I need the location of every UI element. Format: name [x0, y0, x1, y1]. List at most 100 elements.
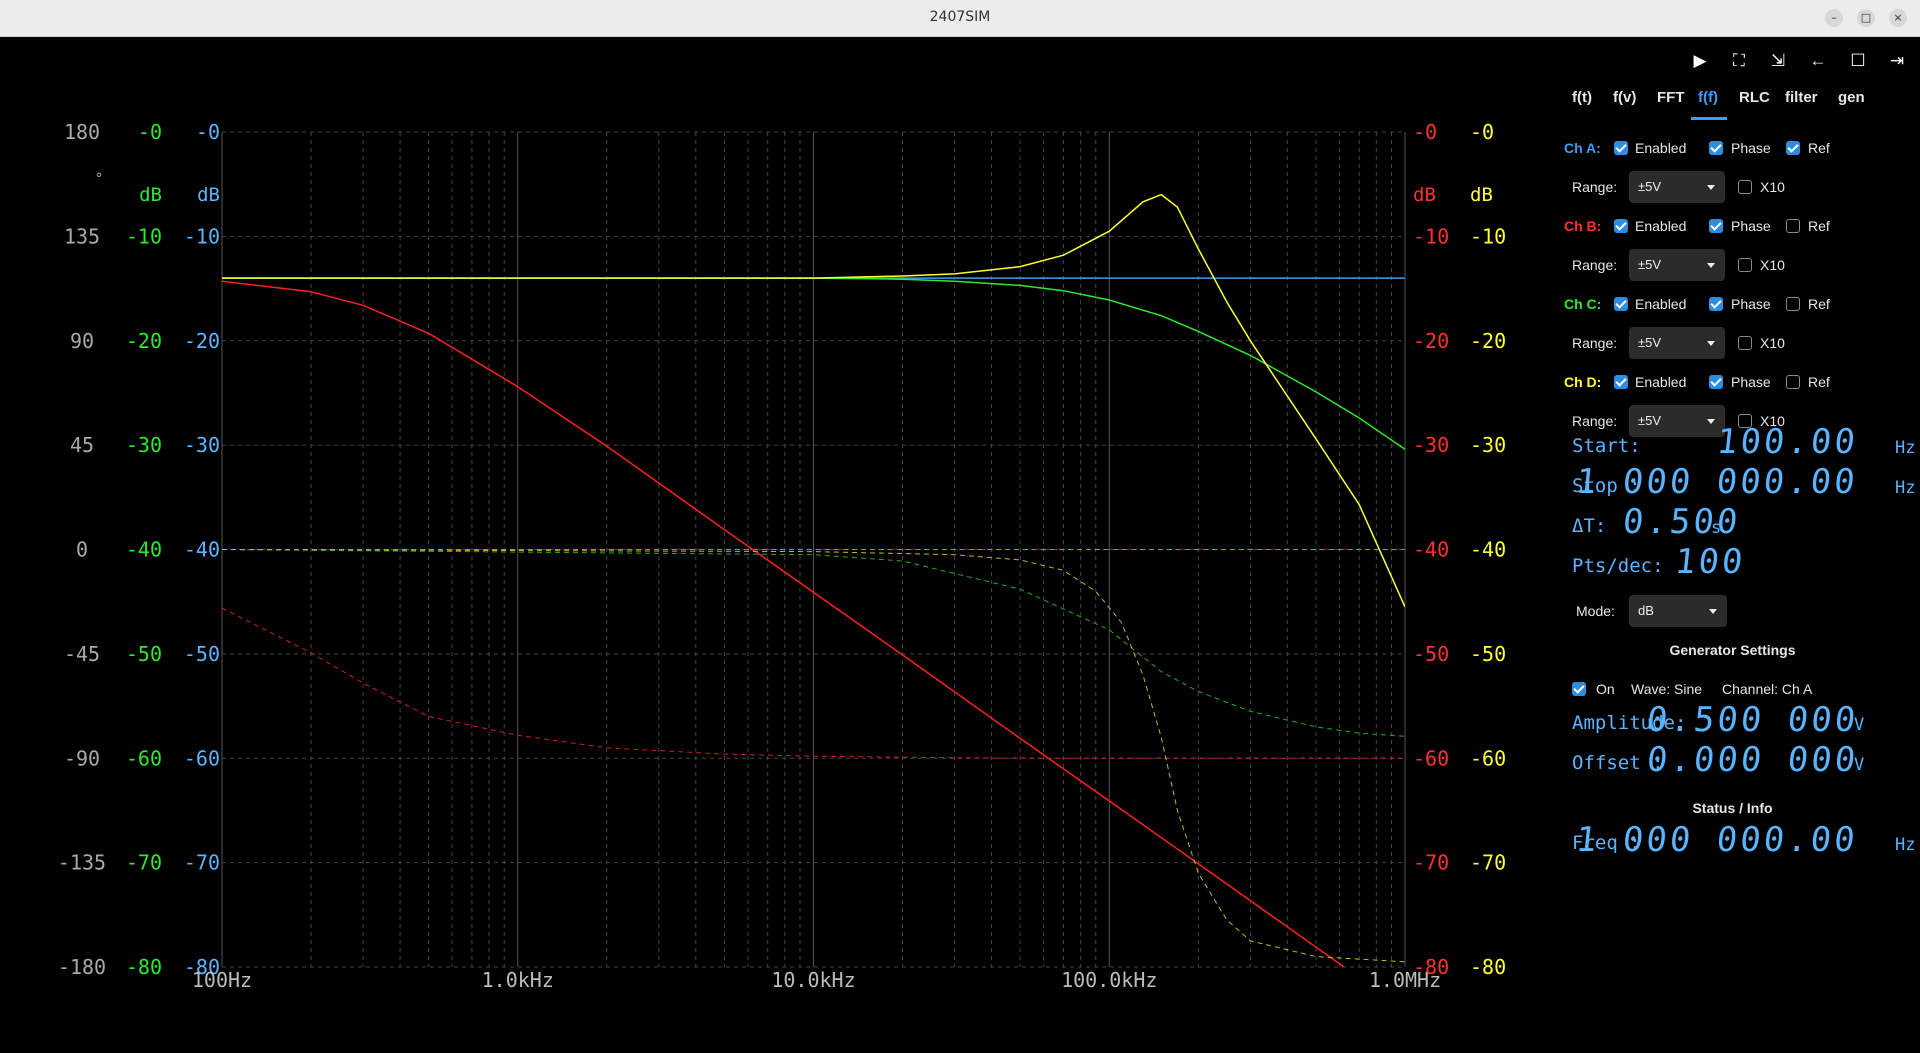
- start-unit: Hz: [1895, 438, 1916, 458]
- range-select[interactable]: ±5V: [1629, 249, 1725, 281]
- exit-icon[interactable]: ⇥: [1885, 49, 1909, 73]
- y-tick-label: -10: [1470, 224, 1506, 248]
- phase-checkbox[interactable]: [1709, 219, 1723, 233]
- y-tick-label: -30: [1413, 433, 1449, 457]
- back-arrow-icon[interactable]: ←: [1806, 49, 1830, 73]
- y-tick-label: -50: [184, 642, 220, 666]
- axis-unit-label: dB: [1470, 184, 1493, 206]
- phase-label: Phase: [1731, 140, 1771, 156]
- dt-value[interactable]: 0.500: [1621, 502, 1743, 542]
- tab-ft[interactable]: f(t): [1572, 89, 1592, 106]
- ref-checkbox[interactable]: [1786, 297, 1800, 311]
- channel-label: Ch A:: [1564, 140, 1601, 156]
- x-tick-label: 1.0kHz: [482, 968, 554, 992]
- x-tick-label: 10.0kHz: [771, 968, 855, 992]
- chevron-down-icon: [1707, 263, 1715, 268]
- y-tick-label: -0: [138, 120, 162, 144]
- close-icon[interactable]: ×: [1889, 9, 1907, 27]
- minimize-icon[interactable]: –: [1825, 9, 1843, 27]
- ref-checkbox[interactable]: [1786, 219, 1800, 233]
- amplitude-value[interactable]: 0.500 000: [1645, 700, 1860, 740]
- active-tab-indicator: [1691, 117, 1727, 120]
- range-value: ±5V: [1638, 335, 1662, 350]
- enabled-label: Enabled: [1635, 374, 1687, 390]
- range-select[interactable]: ±5V: [1629, 405, 1725, 437]
- generator-wave[interactable]: Wave: Sine: [1631, 681, 1702, 697]
- phase-checkbox[interactable]: [1709, 141, 1723, 155]
- y-tick-label: -60: [184, 746, 220, 770]
- phase-label: Phase: [1731, 374, 1771, 390]
- y-tick-label: -20: [1413, 329, 1449, 353]
- tab-fv[interactable]: f(v): [1613, 89, 1636, 106]
- enabled-checkbox[interactable]: [1614, 141, 1628, 155]
- ref-label: Ref: [1808, 218, 1830, 234]
- y-tick-label: -30: [1470, 433, 1506, 457]
- fullscreen-icon[interactable]: ⛶: [1727, 49, 1751, 73]
- y-tick-label: -45: [64, 642, 100, 666]
- play-icon[interactable]: ▶: [1688, 49, 1712, 73]
- y-tick-label: -0: [196, 120, 220, 144]
- y-tick-label: -10: [1413, 224, 1449, 248]
- range-label: Range:: [1572, 413, 1618, 429]
- y-tick-label: -40: [1470, 538, 1506, 562]
- window-icon[interactable]: ☐: [1846, 49, 1870, 73]
- status-heading: Status / Info: [1692, 800, 1773, 816]
- range-select[interactable]: ±5V: [1629, 327, 1725, 359]
- tab-ff[interactable]: f(f): [1698, 89, 1718, 106]
- phase-checkbox[interactable]: [1709, 375, 1723, 389]
- y-tick-label: -80: [1470, 955, 1506, 979]
- plot-axes: 180 135 90 45 0 -45 -90 -135 -180 ° -0 -10 -20 -30 -40…: [58, 120, 1506, 992]
- enabled-checkbox[interactable]: [1614, 219, 1628, 233]
- tab-filter[interactable]: filter: [1785, 89, 1818, 106]
- tab-fft[interactable]: FFT: [1657, 89, 1685, 106]
- y-tick-label: -10: [126, 224, 162, 248]
- range-label: Range:: [1572, 179, 1618, 195]
- offset-unit: V: [1854, 755, 1865, 775]
- x10-checkbox[interactable]: [1738, 258, 1752, 272]
- phase-checkbox[interactable]: [1709, 297, 1723, 311]
- ref-checkbox[interactable]: [1786, 375, 1800, 389]
- mode-label: Mode:: [1576, 603, 1615, 619]
- chevron-down-icon: [1709, 609, 1717, 614]
- x-tick-label: 100Hz: [192, 968, 252, 992]
- enabled-label: Enabled: [1635, 296, 1687, 312]
- x10-checkbox[interactable]: [1738, 180, 1752, 194]
- tab-gen[interactable]: gen: [1838, 89, 1865, 106]
- y-tick-label: -10: [184, 224, 220, 248]
- y-tick-label: -40: [126, 538, 162, 562]
- stop-value[interactable]: 1 000 000.00: [1574, 462, 1860, 502]
- range-label: Range:: [1572, 257, 1618, 273]
- axis-unit-label: dB: [1413, 184, 1436, 206]
- start-value[interactable]: 100.00: [1715, 422, 1860, 462]
- generator-on-label: On: [1596, 681, 1615, 697]
- y-tick-label: -20: [126, 329, 162, 353]
- y-tick-label: -60: [1413, 746, 1449, 770]
- range-value: ±5V: [1638, 179, 1662, 194]
- mode-select[interactable]: dB: [1629, 595, 1727, 627]
- y-tick-label: -135: [58, 851, 106, 875]
- channel-label: Ch C:: [1564, 296, 1602, 312]
- channel-label: Ch B:: [1564, 218, 1602, 234]
- pts-value[interactable]: 100: [1673, 542, 1748, 582]
- generator-on-checkbox[interactable]: [1572, 682, 1586, 696]
- phase-label: Phase: [1731, 296, 1771, 312]
- offset-value[interactable]: 0.000 000: [1645, 740, 1860, 780]
- ref-checkbox[interactable]: [1786, 141, 1800, 155]
- window-title: 2407SIM: [929, 9, 991, 25]
- axis-unit-label: dB: [197, 184, 220, 206]
- y-tick-label: 180: [64, 120, 100, 144]
- collapse-icon[interactable]: ⇲: [1766, 49, 1790, 73]
- tab-rlc[interactable]: RLC: [1739, 89, 1770, 106]
- y-tick-label: -80: [126, 955, 162, 979]
- generator-heading: Generator Settings: [1669, 642, 1796, 658]
- x10-checkbox[interactable]: [1738, 336, 1752, 350]
- plot-grid: [221, 131, 1406, 968]
- y-tick-label: -60: [1470, 746, 1506, 770]
- maximize-icon[interactable]: □: [1857, 9, 1875, 27]
- generator-channel[interactable]: Channel: Ch A: [1722, 681, 1812, 697]
- axis-unit-label: °: [95, 171, 103, 187]
- enabled-checkbox[interactable]: [1614, 297, 1628, 311]
- range-select[interactable]: ±5V: [1629, 171, 1725, 203]
- y-tick-label: -180: [58, 955, 106, 979]
- enabled-checkbox[interactable]: [1614, 375, 1628, 389]
